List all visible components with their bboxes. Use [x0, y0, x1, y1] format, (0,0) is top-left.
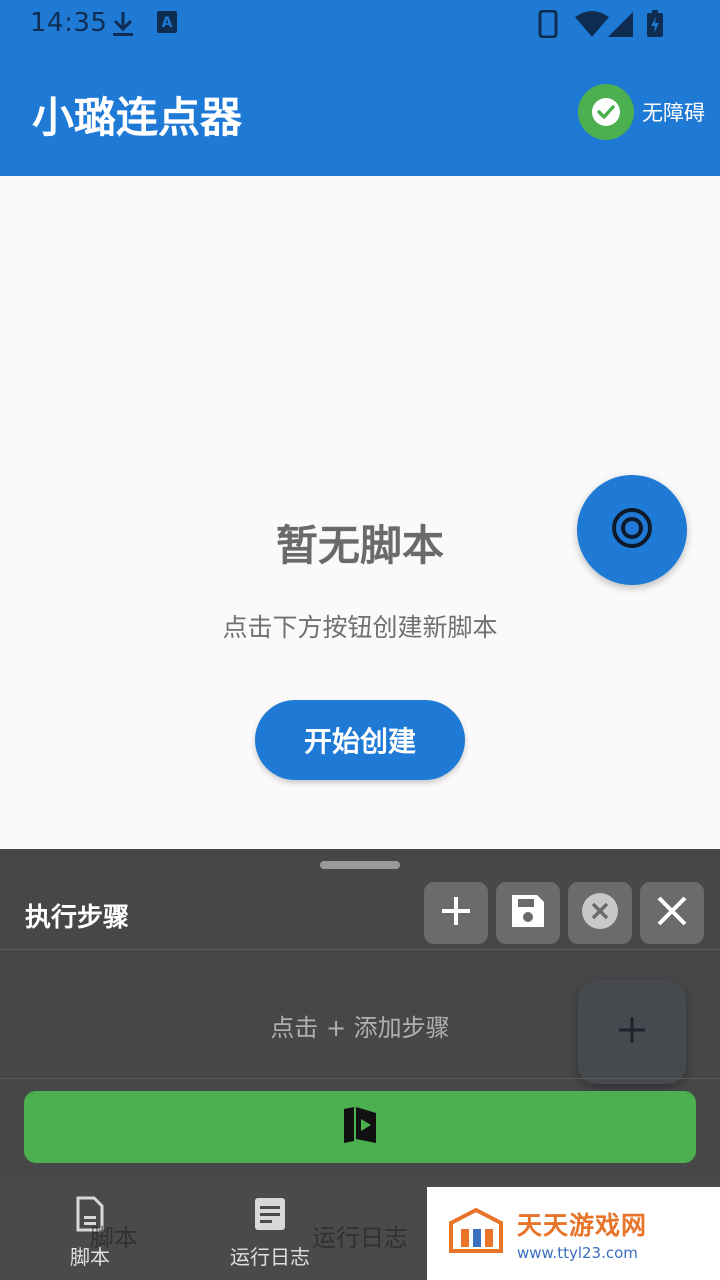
accessibility-label: 无障碍: [642, 101, 705, 125]
add-step-button[interactable]: [424, 882, 488, 944]
wifi-icon: [574, 10, 610, 42]
panel-divider: [0, 1078, 720, 1079]
run-script-icon: [342, 1105, 378, 1149]
drag-handle[interactable]: [320, 861, 400, 869]
nav-item-logs[interactable]: 运行日志: [220, 1196, 320, 1270]
plus-icon: [616, 1014, 648, 1050]
target-icon: [610, 506, 654, 554]
watermark-url: www.ttyl23.com: [517, 1243, 638, 1262]
phone-icon: [538, 9, 558, 42]
ghost-add-button[interactable]: [578, 980, 686, 1084]
close-icon: [656, 895, 688, 931]
log-icon: [220, 1196, 320, 1237]
save-icon: [510, 893, 546, 933]
nav-label: 运行日志: [230, 1245, 310, 1269]
app-bar: 14:35 A 小璐连点器 无障碍: [0, 0, 720, 176]
signal-icon: [606, 10, 634, 42]
svg-text:A: A: [162, 15, 173, 31]
run-script-button[interactable]: [24, 1091, 696, 1163]
clear-circle-icon: [581, 892, 619, 934]
watermark: 天天游戏网 www.ttyl23.com: [427, 1187, 720, 1280]
empty-state-subtitle: 点击下方按钮创建新脚本: [222, 613, 498, 642]
close-panel-button[interactable]: [640, 882, 704, 944]
a-badge-icon: A: [156, 10, 178, 38]
watermark-logo-icon: [447, 1207, 505, 1261]
check-circle-icon: [578, 84, 634, 140]
status-time: 14:35: [30, 8, 108, 38]
clear-steps-button[interactable]: [568, 882, 632, 944]
app-title: 小璐连点器: [32, 93, 243, 142]
panel-divider: [0, 949, 720, 950]
steps-panel-title: 执行步骤: [25, 903, 130, 933]
floating-target-button[interactable]: [577, 475, 687, 585]
save-button[interactable]: [496, 882, 560, 944]
shadow-label: 运行日志: [312, 1224, 408, 1252]
download-icon: [110, 10, 136, 42]
status-bar: 14:35 A: [0, 0, 720, 48]
watermark-title: 天天游戏网: [517, 1210, 648, 1240]
shadow-label: 脚本: [90, 1224, 138, 1252]
plus-icon: [439, 894, 473, 932]
battery-charging-icon: [646, 10, 664, 42]
accessibility-status[interactable]: 无障碍: [578, 84, 705, 140]
start-create-button[interactable]: 开始创建: [255, 700, 465, 780]
